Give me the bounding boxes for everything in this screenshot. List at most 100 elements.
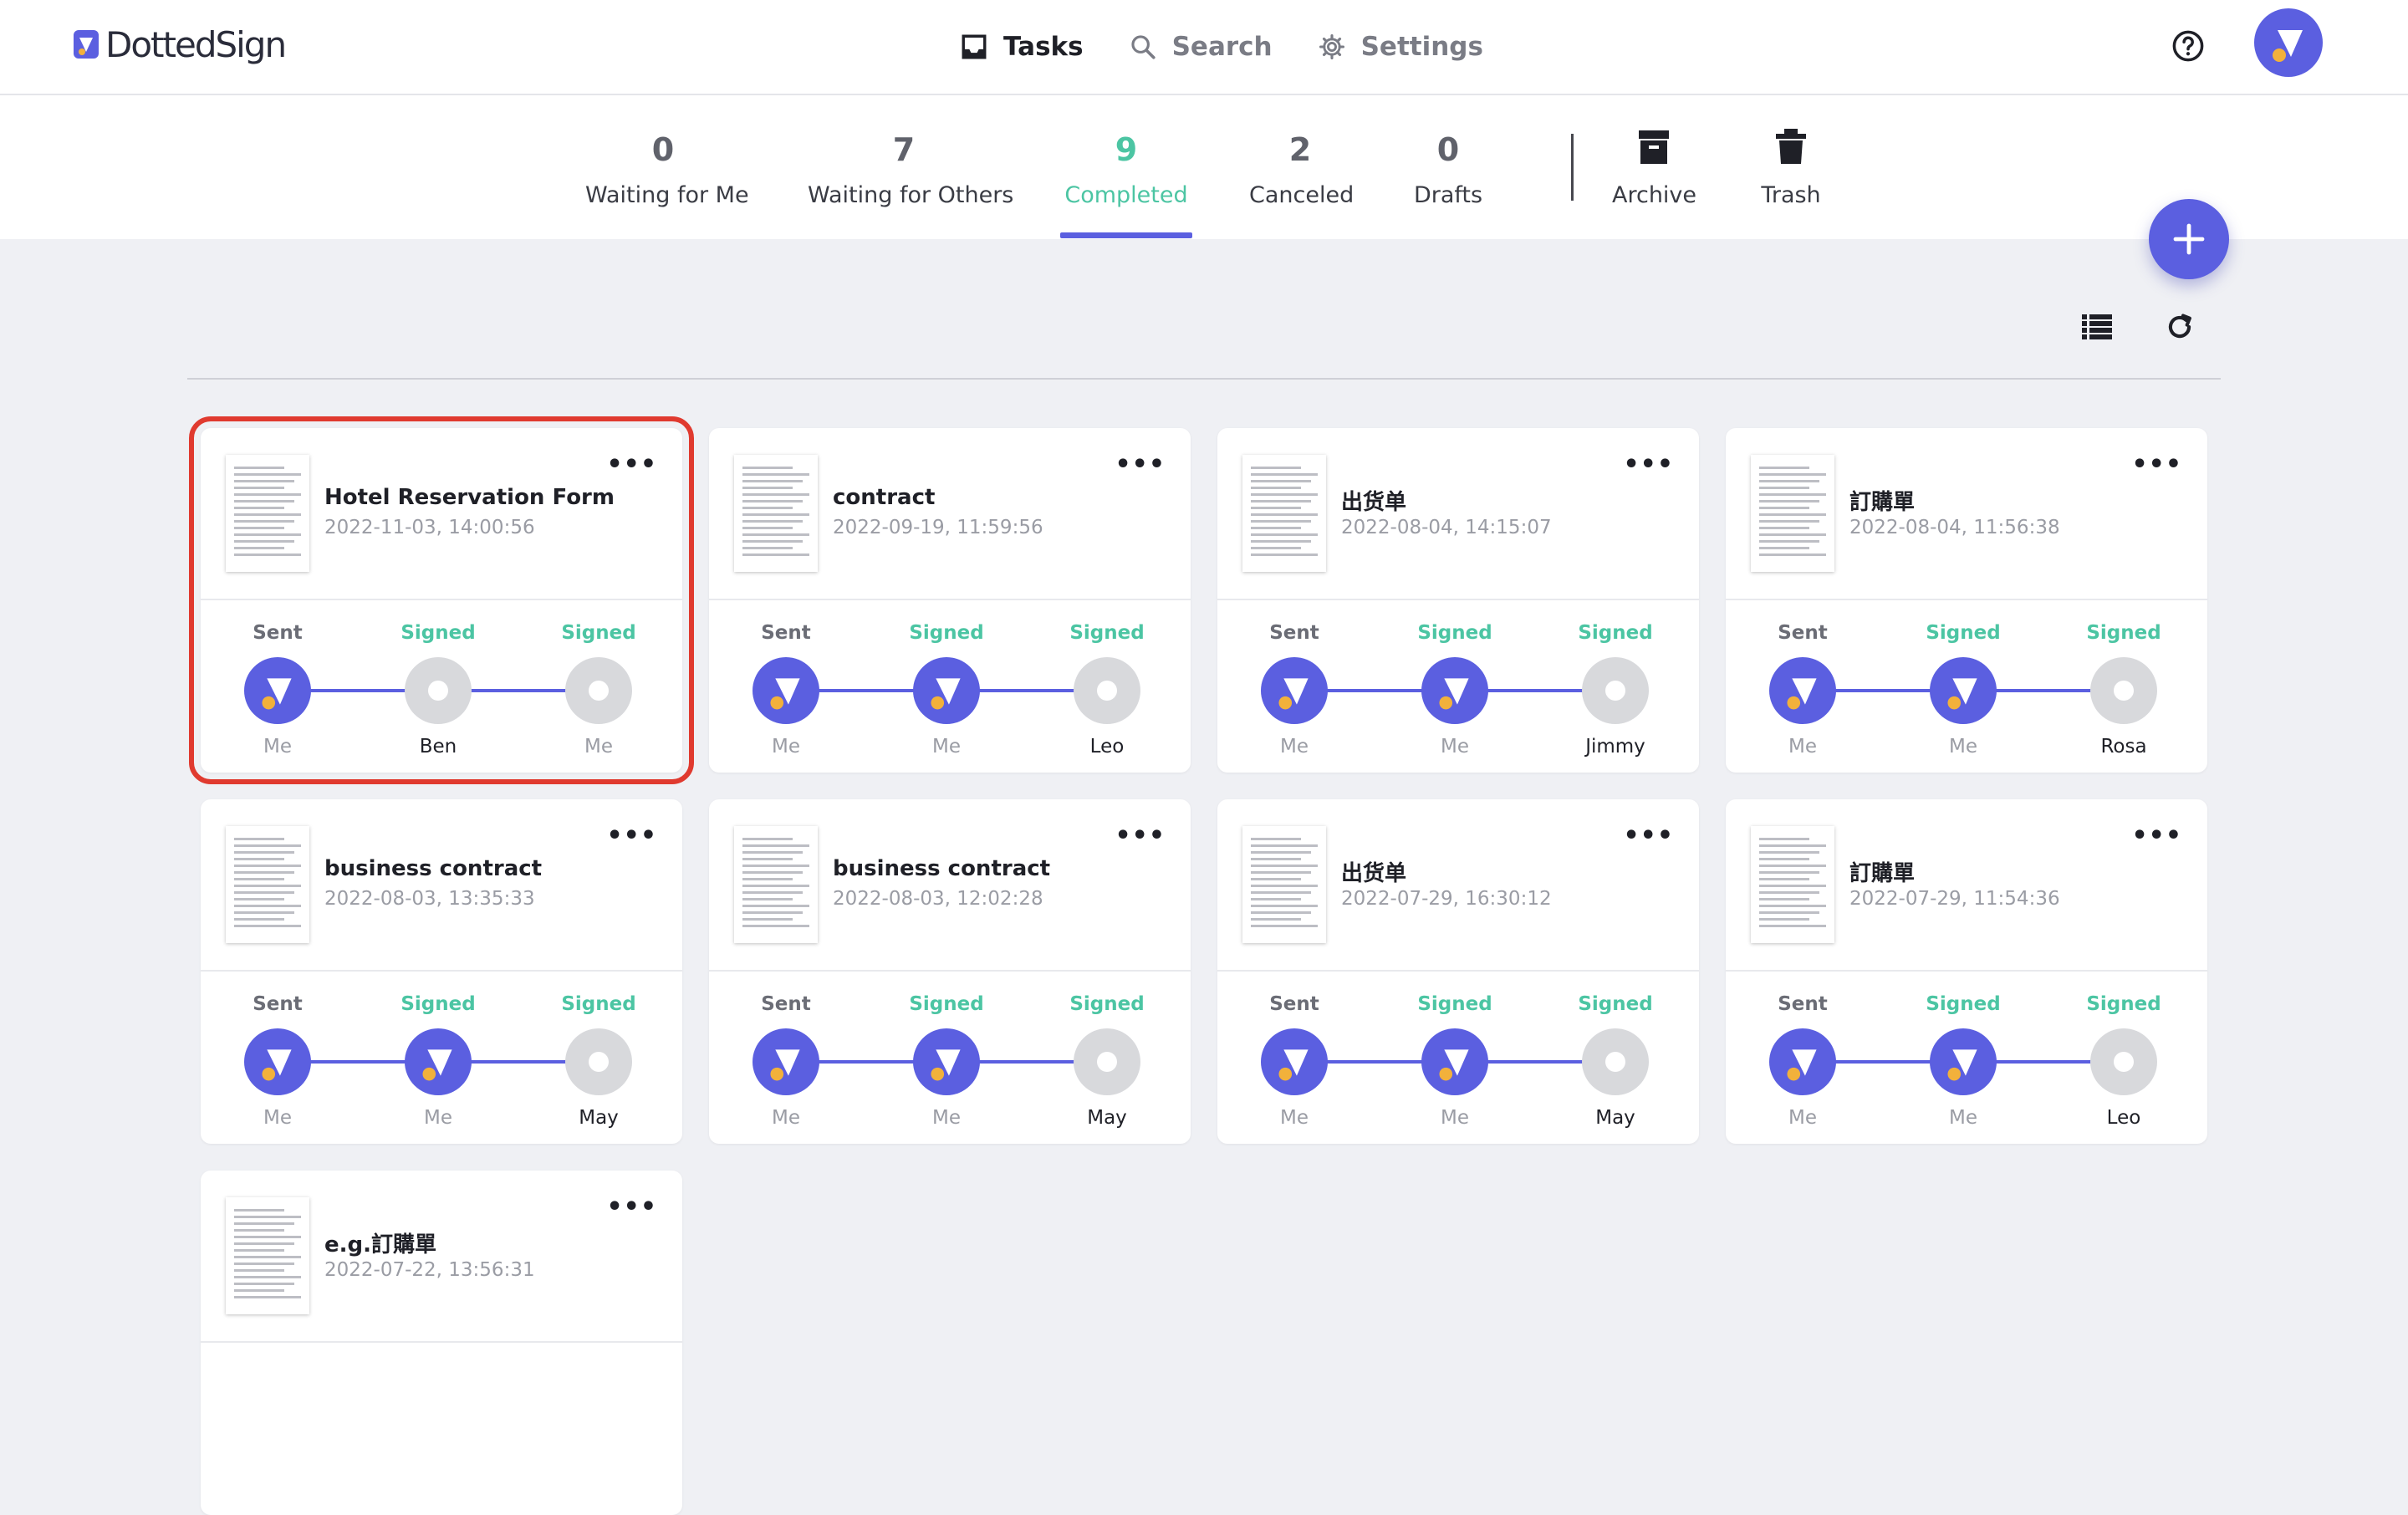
document-card[interactable]: business contract 2022-08-03, 12:02:28 •••… [709, 799, 1191, 1144]
document-thumbnail [226, 826, 309, 943]
refrefresh-icon[interactable] [2164, 311, 2196, 343]
document-card[interactable]: 訂購單 2022-07-29, 11:54:36 ••• Sent Me Signed Me… [1726, 799, 2207, 1144]
more-options-icon[interactable]: ••• [606, 452, 657, 477]
thumbnail-line [1759, 898, 1809, 900]
step-avatar [1261, 1028, 1328, 1095]
document-date: 2022-08-03, 12:02:28 [833, 888, 1043, 910]
dottedsign-avatar-icon [1787, 678, 1817, 710]
tab-waiting-for-me[interactable]: 0 Waiting for Me [585, 131, 749, 208]
thumbnail-line [1251, 540, 1311, 543]
tab-drafts[interactable]: 0 Drafts [1413, 132, 1483, 208]
logo-text: DottedSign [105, 23, 287, 65]
thumbnail-line [1251, 493, 1318, 496]
thumbnail-line [1759, 918, 1809, 921]
document-title: 訂購單 [1849, 861, 1916, 886]
thumbnail-line [234, 507, 284, 509]
thumbnail-line [1251, 553, 1318, 556]
tab-canceled[interactable]: 2 Canceled [1249, 132, 1354, 208]
thumbnail-line [1759, 553, 1826, 556]
nav-search[interactable]: Search [1129, 32, 1273, 62]
step-status-label: Signed [2086, 993, 2161, 1015]
add-button[interactable] [2149, 199, 2229, 279]
document-title: 出货单 [1341, 490, 1407, 515]
more-options-icon[interactable]: ••• [1115, 824, 1166, 849]
more-options-icon[interactable]: ••• [606, 824, 657, 849]
thumbnail-line [742, 905, 809, 907]
step-avatar [1769, 657, 1836, 724]
search-icon [1130, 35, 1156, 59]
document-card[interactable]: contract 2022-09-19, 11:59:56 ••• Sent Me Sig… [709, 428, 1191, 773]
dottedsign-avatar-icon [770, 678, 800, 710]
step-pending-dot [1582, 1028, 1649, 1095]
step-status-label: Signed [1417, 993, 1492, 1015]
step-status-label: Signed [561, 993, 636, 1015]
tab-completed[interactable]: 9 Completed [1060, 132, 1192, 208]
document-card[interactable]: 出货单 2022-07-29, 16:30:12 ••• Sent Me Signed Me… [1217, 799, 1699, 1144]
nav-settings[interactable]: Settings [1318, 32, 1483, 62]
tab-label: Waiting for Me [585, 182, 749, 208]
thumbnail-line [234, 1296, 301, 1298]
tab-label: Trash [1761, 182, 1821, 208]
step-avatar [1930, 1028, 1997, 1095]
more-options-icon[interactable]: ••• [1623, 452, 1674, 477]
step-status-label: Signed [400, 622, 476, 644]
thumbnail-line [1759, 493, 1826, 496]
archive-icon [1639, 130, 1669, 164]
list-view-icon[interactable] [2082, 314, 2112, 339]
thumbnail-line [742, 838, 793, 840]
dottedsign-avatar-icon [1278, 678, 1309, 710]
thumbnail-line [234, 527, 284, 529]
step-signer-name: May [579, 1107, 619, 1129]
step-pending-dot [565, 1028, 632, 1095]
nav-tasks[interactable]: Tasks [960, 32, 1084, 62]
thumbnail-line [234, 858, 284, 860]
step-status-label: Sent [253, 622, 303, 644]
tab-count: 0 [651, 131, 675, 168]
logo[interactable]: DottedSign [72, 23, 287, 65]
thumbnail-line [1759, 891, 1819, 894]
thumbnail-line [234, 1236, 301, 1238]
document-title: contract [833, 485, 936, 510]
document-thumbnail [1242, 826, 1326, 943]
tab-trash[interactable]: Trash [1754, 129, 1828, 208]
more-options-icon[interactable]: ••• [1623, 824, 1674, 849]
thumbnail-line [1759, 838, 1809, 840]
document-card[interactable]: Hotel Reservation Form 2022-11-03, 14:00:… [189, 416, 694, 784]
help-circle-icon[interactable] [2171, 28, 2206, 64]
step-signer-name: Me [772, 736, 800, 758]
thumbnail-line [234, 513, 301, 516]
gear-icon [1319, 33, 1344, 60]
thumbnail-line [1759, 487, 1809, 489]
thumbnail-line [234, 533, 301, 536]
document-card[interactable]: e.g.訂購單 2022-07-22, 13:56:31 ••• [201, 1171, 682, 1515]
more-options-icon[interactable]: ••• [2131, 452, 2182, 477]
more-options-icon[interactable]: ••• [1115, 452, 1166, 477]
avatar[interactable] [2254, 8, 2323, 77]
more-options-icon[interactable]: ••• [2131, 824, 2182, 849]
document-card[interactable]: 出货单 2022-08-04, 14:15:07 ••• Sent Me Signed Me… [1217, 428, 1699, 773]
thumbnail-line [234, 500, 294, 502]
document-title: 訂購單 [1849, 490, 1916, 515]
step-avatar [913, 657, 980, 724]
document-date: 2022-07-29, 11:54:36 [1849, 888, 2060, 910]
dottedsign-avatar-icon [1947, 678, 1977, 710]
tab-archive[interactable]: Archive [1612, 129, 1696, 208]
tab-divider [1571, 134, 1574, 201]
thumbnail-line [1759, 467, 1809, 469]
document-card[interactable]: business contract 2022-08-03, 13:35:33 •••… [201, 799, 682, 1144]
step-signer-name: Ben [419, 736, 457, 758]
more-options-icon[interactable]: ••• [606, 1195, 657, 1220]
tab-count: 7 [892, 131, 916, 168]
tab-waiting-for-others[interactable]: 7 Waiting for Others [808, 131, 1013, 208]
step-signer-name: May [1595, 1107, 1635, 1129]
thumbnail-line [742, 925, 809, 927]
thumbnail-line [234, 1209, 284, 1211]
document-card[interactable]: 訂購單 2022-08-04, 11:56:38 ••• Sent Me Signed Me… [1726, 428, 2207, 773]
dottedsign-avatar-icon [1787, 1049, 1817, 1081]
thumbnail-line [234, 905, 301, 907]
plus-icon [2173, 223, 2205, 255]
document-thumbnail [734, 455, 818, 572]
step-signer-name: Me [584, 736, 613, 758]
step-signer-name: Me [263, 1107, 292, 1129]
step-signer-name: Leo [2106, 1107, 2141, 1129]
